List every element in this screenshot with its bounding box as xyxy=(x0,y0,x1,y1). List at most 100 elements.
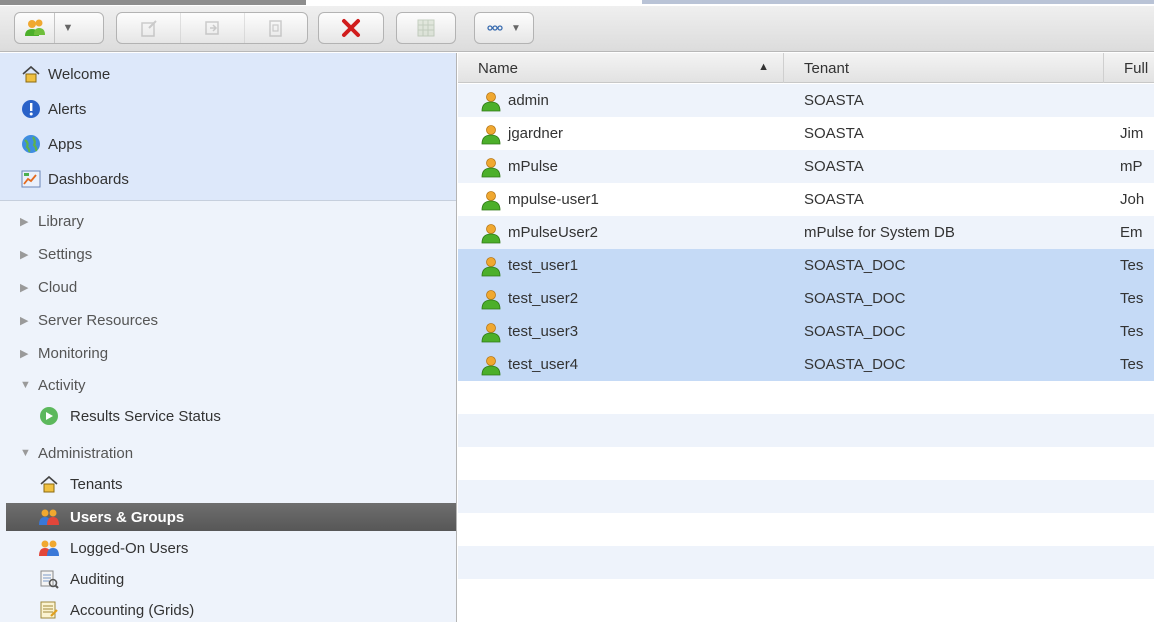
section-label: Monitoring xyxy=(38,344,109,362)
cell-name: test_user4 xyxy=(480,348,780,381)
tenant-name: SOASTA_DOC xyxy=(804,257,906,274)
empty-row xyxy=(458,513,1154,546)
section-label: Settings xyxy=(38,245,93,263)
table-row[interactable]: mpulse-user1 SOASTA Joh xyxy=(458,183,1154,216)
full-name: Em xyxy=(1120,224,1143,241)
alert-icon xyxy=(20,98,42,120)
status-icon xyxy=(38,405,60,427)
sidebar-item-label: Alerts xyxy=(48,100,87,118)
sort-ascending-icon: ▲ xyxy=(758,61,769,73)
user-icon xyxy=(481,91,501,111)
table-row[interactable]: jgardner SOASTA Jim xyxy=(458,117,1154,150)
delete-group xyxy=(318,12,384,44)
sidebar-item-apps[interactable]: Apps xyxy=(20,129,82,159)
full-name: mP xyxy=(1120,158,1143,175)
empty-row xyxy=(458,414,1154,447)
column-header-tenant[interactable]: Tenant xyxy=(784,53,1104,83)
cell-tenant: SOASTA xyxy=(804,117,1094,150)
column-header-full[interactable]: Full xyxy=(1104,53,1154,83)
user-icon xyxy=(481,289,501,309)
add-users-dropdown-button[interactable]: ▼ xyxy=(55,13,81,43)
section-label: Administration xyxy=(38,444,134,462)
cell-full-name: Joh xyxy=(1120,183,1154,216)
table-row[interactable]: test_user2 SOASTA_DOC Tes xyxy=(458,282,1154,315)
table-row[interactable]: mPulse SOASTA mP xyxy=(458,150,1154,183)
cell-full-name xyxy=(1120,84,1154,117)
cell-tenant: SOASTA_DOC xyxy=(804,249,1094,282)
cell-name: mPulse xyxy=(480,150,780,183)
cell-name: mpulse-user1 xyxy=(480,183,780,216)
table-row[interactable]: test_user3 SOASTA_DOC Tes xyxy=(458,315,1154,348)
table-row[interactable]: mPulseUser2 mPulse for System DB Em xyxy=(458,216,1154,249)
logged-users-icon xyxy=(38,537,60,559)
table-row[interactable]: test_user4 SOASTA_DOC Tes xyxy=(458,348,1154,381)
table-row[interactable]: test_user1 SOASTA_DOC Tes xyxy=(458,249,1154,282)
tenant-name: SOASTA_DOC xyxy=(804,356,906,373)
cell-full-name: Em xyxy=(1120,216,1154,249)
copy-button[interactable] xyxy=(181,13,245,43)
sidebar-item-users-groups[interactable]: Users & Groups xyxy=(6,503,456,531)
column-label: Tenant xyxy=(804,59,850,77)
expand-arrow-icon: ▶ xyxy=(20,314,29,327)
empty-row xyxy=(458,579,1154,612)
sidebar-item-dashboards[interactable]: Dashboards xyxy=(20,164,129,194)
sidebar-item-label: Apps xyxy=(48,135,83,153)
sidebar-item-logged-on-users[interactable]: Logged-On Users xyxy=(38,533,188,563)
cell-tenant: SOASTA xyxy=(804,150,1094,183)
user-name: jgardner xyxy=(508,125,564,142)
full-name: Tes xyxy=(1120,356,1144,373)
add-users-button[interactable] xyxy=(15,13,55,43)
user-name: mpulse-user1 xyxy=(508,191,599,208)
sidebar-section-activity[interactable]: ▼ Activity xyxy=(20,371,86,399)
user-icon xyxy=(481,157,501,177)
empty-row xyxy=(458,381,1154,414)
users-table: Name ▲ Tenant Full admin SOASTA jgardner SO… xyxy=(458,53,1154,622)
sidebar-item-results-service-status[interactable]: Results Service Status xyxy=(38,401,221,431)
cell-full-name: Tes xyxy=(1120,348,1154,381)
full-name: Tes xyxy=(1120,323,1144,340)
user-icon xyxy=(481,124,501,144)
full-name: Joh xyxy=(1120,191,1145,208)
user-name: test_user3 xyxy=(508,323,579,340)
edit-icon xyxy=(140,20,157,37)
paste-icon xyxy=(269,20,282,37)
column-header-name[interactable]: Name ▲ xyxy=(458,53,784,83)
sidebar-item-tenants[interactable]: Tenants xyxy=(38,469,123,499)
copy-icon xyxy=(204,21,219,35)
edit-button[interactable] xyxy=(117,13,181,43)
more-group: ▼ xyxy=(474,12,534,44)
expand-arrow-icon: ▶ xyxy=(20,281,29,294)
full-name: Tes xyxy=(1120,257,1144,274)
section-label: Activity xyxy=(38,376,86,394)
section-label: Cloud xyxy=(38,278,78,296)
delete-button[interactable] xyxy=(319,13,383,43)
chevron-down-icon: ▼ xyxy=(511,22,521,34)
section-label: Server Resources xyxy=(38,311,159,329)
column-label: Name xyxy=(478,59,519,77)
delete-icon xyxy=(342,19,360,37)
sidebar-item-label: Welcome xyxy=(48,65,111,83)
cell-name: test_user1 xyxy=(480,249,780,282)
sidebar-item-auditing[interactable]: Auditing xyxy=(38,564,124,594)
sidebar-item-alerts[interactable]: Alerts xyxy=(20,94,86,124)
sidebar-section-library[interactable]: ▶ Library xyxy=(20,207,84,235)
user-icon xyxy=(481,322,501,342)
sidebar-item-accounting-grids[interactable]: Accounting (Grids) xyxy=(38,595,194,622)
collapse-arrow-icon: ▼ xyxy=(20,447,31,459)
sidebar-section-cloud[interactable]: ▶ Cloud xyxy=(20,273,77,301)
tab-strip-dark xyxy=(0,0,306,5)
more-options-button[interactable]: ▼ xyxy=(475,13,533,43)
paste-button[interactable] xyxy=(245,13,307,43)
sidebar-section-settings[interactable]: ▶ Settings xyxy=(20,240,92,268)
table-row[interactable]: admin SOASTA xyxy=(458,84,1154,117)
sidebar-item-label: Auditing xyxy=(70,570,125,588)
sidebar-section-server-resources[interactable]: ▶ Server Resources xyxy=(20,306,158,334)
sidebar-section-monitoring[interactable]: ▶ Monitoring xyxy=(20,339,108,367)
sidebar-item-welcome[interactable]: Welcome xyxy=(20,59,110,89)
table-header: Name ▲ Tenant Full xyxy=(458,53,1154,83)
user-name: test_user2 xyxy=(508,290,579,307)
user-name: admin xyxy=(508,92,549,109)
grid-button[interactable] xyxy=(397,13,455,43)
sidebar-section-administration[interactable]: ▼ Administration xyxy=(20,439,133,467)
users-groups-icon xyxy=(38,506,60,528)
